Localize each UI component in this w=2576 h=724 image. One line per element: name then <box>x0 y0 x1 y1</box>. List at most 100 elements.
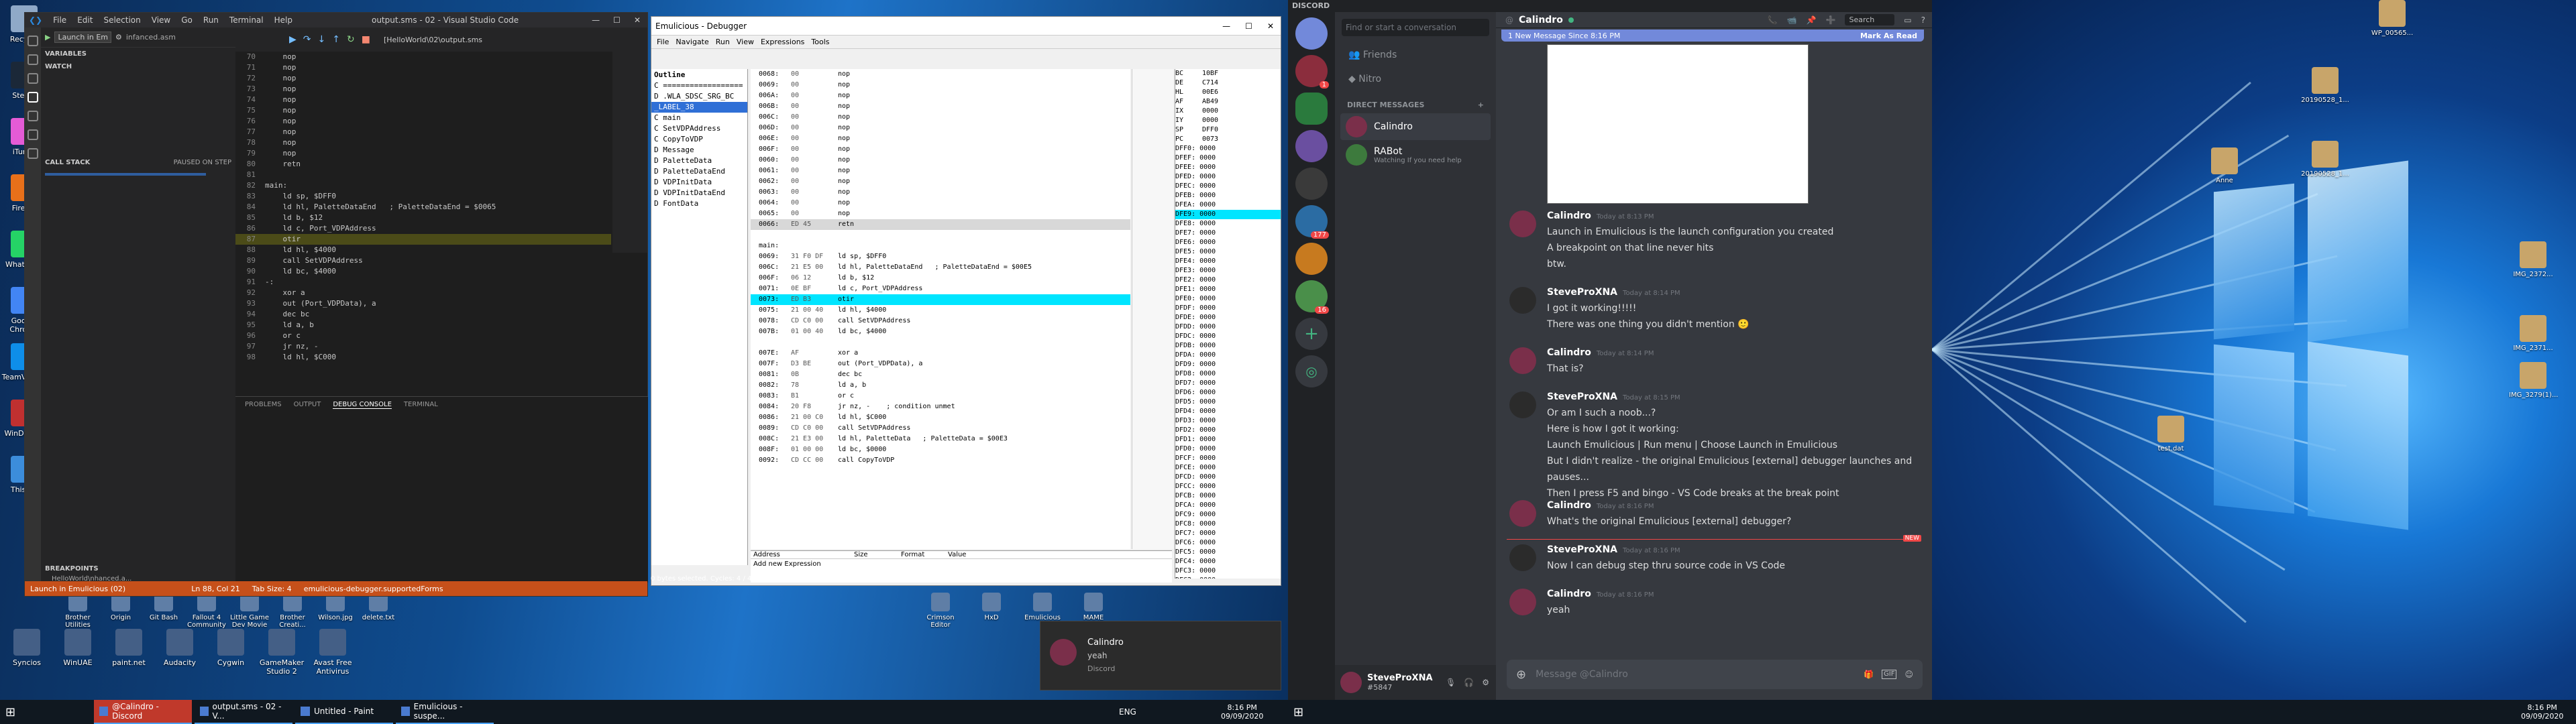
stack-row[interactable]: DFD2: 0000 <box>1175 426 1281 435</box>
message-group[interactable]: Calindro Today at 8:13 PM Launch in Emulic… <box>1509 210 1919 276</box>
disasm-row[interactable]: 0092: CD CC 00 call CopyToVDP <box>751 455 1130 466</box>
code-editor[interactable]: 70 nop 71 nop 72 nop 73 nop 74 nop 75 nop 76 n… <box>235 52 611 387</box>
disasm-row[interactable]: 0081: 0B dec bc <box>751 369 1130 380</box>
avatar[interactable] <box>1509 210 1536 237</box>
settings-gear-icon[interactable]: ⚙ <box>115 33 122 42</box>
message-author[interactable]: Calindro Today at 8:16 PM <box>1547 500 1654 511</box>
code-line[interactable]: 95 ld a, b <box>235 320 611 330</box>
server-icon[interactable]: 1 <box>1295 55 1329 88</box>
new-messages-banner[interactable]: 1 New Message Since 8:16 PM Mark As Read <box>1501 29 1924 42</box>
stack-row[interactable]: DFC9: 0000 <box>1175 510 1281 520</box>
taskbar-app[interactable]: Emulicious - suspe... <box>396 700 494 724</box>
register-row[interactable]: IY 0000 <box>1175 116 1281 125</box>
home-button[interactable] <box>1295 17 1328 50</box>
code-line[interactable]: 90 ld bc, $4000 <box>235 266 611 277</box>
disasm-row[interactable]: 0065: 00 nop <box>751 208 1130 219</box>
desktop-icon[interactable]: Git Bash <box>142 593 185 621</box>
continue-icon[interactable]: ▶ <box>289 34 297 45</box>
desktop-icon[interactable]: IMG_2371... <box>2509 315 2557 352</box>
stack-row[interactable]: DFE2: 0000 <box>1175 276 1281 285</box>
desktop-icon[interactable]: Wilson.jpg <box>314 593 357 621</box>
dm-item[interactable]: Calindro <box>1340 113 1491 140</box>
stack-row[interactable]: DFE7: 0000 <box>1175 229 1281 238</box>
headphones-icon[interactable]: 🎧 <box>1464 678 1474 687</box>
desktop-icon[interactable]: IMG_3279(1)... <box>2509 362 2558 399</box>
call-icon[interactable]: 📞 <box>1768 15 1778 25</box>
desktop-icon[interactable]: Crimson Editor <box>919 593 962 629</box>
panel-tab[interactable]: OUTPUT <box>294 401 321 409</box>
register-row[interactable]: SP DFF0 <box>1175 125 1281 135</box>
mic-icon[interactable]: 🎙 <box>1446 678 1456 687</box>
extensions-icon[interactable] <box>28 111 38 121</box>
avatar[interactable] <box>1340 672 1362 693</box>
add-dm-icon[interactable]: + <box>1478 101 1484 109</box>
panel-tab[interactable]: DEBUG CONSOLE <box>333 401 392 409</box>
disasm-row[interactable]: 007E: AF xor a <box>751 348 1130 359</box>
stack-row[interactable]: DFDF: 0000 <box>1175 304 1281 313</box>
inbox-icon[interactable]: ▭ <box>1904 15 1911 25</box>
variables-section[interactable]: VARIABLES <box>41 48 235 60</box>
add-server-icon[interactable]: + <box>1295 318 1328 350</box>
step-over-icon[interactable]: ↷ <box>303 34 311 45</box>
minimap[interactable] <box>612 52 647 253</box>
register-row[interactable]: AF AB49 <box>1175 97 1281 107</box>
settings-gear-icon[interactable]: ⚙ <box>1482 678 1489 687</box>
code-line[interactable]: 91 -: <box>235 277 611 288</box>
stack-row[interactable]: DFCF: 0000 <box>1175 454 1281 463</box>
code-line[interactable]: 81 <box>235 170 611 180</box>
code-line[interactable]: 88 ld hl, $4000 <box>235 245 611 255</box>
message-group[interactable]: SteveProXNA Today at 8:16 PM Now I can deb… <box>1509 544 1919 578</box>
code-line[interactable]: 74 nop <box>235 95 611 105</box>
stack-row[interactable]: DFE0: 0000 <box>1175 294 1281 304</box>
disasm-row[interactable]: 0066: ED 45 retn <box>751 219 1130 230</box>
desktop-icon[interactable]: delete.txt <box>357 593 400 621</box>
status-tab-size[interactable]: Tab Size: 4 <box>252 585 292 593</box>
restart-icon[interactable]: ↻ <box>347 34 355 45</box>
code-line[interactable]: 79 nop <box>235 148 611 159</box>
panel-tab[interactable]: PROBLEMS <box>245 401 282 409</box>
stack-row[interactable]: DFD6: 0000 <box>1175 388 1281 398</box>
menu-item[interactable]: File <box>657 38 669 46</box>
disasm-row[interactable]: 0078: CD C0 00 call SetVDPAddress <box>751 316 1130 326</box>
stack-row[interactable]: DFDC: 0000 <box>1175 332 1281 341</box>
message-input[interactable]: Message @Calindro <box>1536 669 1628 680</box>
emoji-icon[interactable]: ☺ <box>1904 670 1913 679</box>
code-line[interactable]: 73 nop <box>235 84 611 95</box>
desktop-icon[interactable]: Syncios <box>3 629 51 667</box>
callstack-frame[interactable] <box>45 173 206 176</box>
code-line[interactable]: 76 nop <box>235 116 611 127</box>
disasm-row[interactable]: 0068: 00 nop <box>751 69 1130 80</box>
stack-row[interactable]: DFD9: 0000 <box>1175 360 1281 369</box>
menu-item[interactable]: Run <box>716 38 730 46</box>
outline-item[interactable]: D VDPInitDataEnd <box>651 188 747 198</box>
desktop-icon[interactable]: Avast Free Antivirus <box>309 629 357 676</box>
outline-item[interactable]: D FontData <box>651 198 747 209</box>
outline-item[interactable]: D VDPInitData <box>651 177 747 188</box>
breadcrumb[interactable]: [HelloWorld\02\output.sms <box>384 36 482 44</box>
message-group[interactable]: Calindro Today at 8:16 PM yeah <box>1509 589 1919 622</box>
nitro-link[interactable]: ◆ Nitro <box>1335 67 1496 91</box>
run-icon[interactable]: ▶ <box>45 33 50 42</box>
panel-tab[interactable]: TERMINAL <box>404 401 438 409</box>
disasm-row[interactable]: 006B: 00 nop <box>751 101 1130 112</box>
menu-item[interactable]: Edit <box>72 15 98 25</box>
stack-row[interactable]: DFC7: 0000 <box>1175 529 1281 538</box>
desktop-icon[interactable]: Anne <box>2200 147 2249 184</box>
avatar[interactable] <box>1509 544 1536 571</box>
notification-toast[interactable]: Calindro yeah Discord <box>1040 621 1281 690</box>
message-author[interactable]: Calindro Today at 8:16 PM <box>1547 589 1654 599</box>
stack-row[interactable]: DFDA: 0000 <box>1175 351 1281 360</box>
code-line[interactable]: 78 nop <box>235 137 611 148</box>
server-icon[interactable] <box>1295 168 1328 200</box>
desktop-icon[interactable]: Audacity <box>156 629 204 667</box>
disasm-row[interactable]: 0061: 00 nop <box>751 166 1130 176</box>
search-box[interactable]: Search <box>1845 14 1895 25</box>
start-button[interactable]: ⊞ <box>0 700 27 724</box>
outline-item[interactable]: D Message <box>651 145 747 156</box>
desktop-icon[interactable]: Origin <box>99 593 142 621</box>
disasm-row[interactable]: 0069: 00 nop <box>751 80 1130 90</box>
disasm-row[interactable]: 0069: 31 F0 DF ld sp, $DFF0 <box>751 251 1130 262</box>
gift-icon[interactable]: 🎁 <box>1864 670 1874 679</box>
code-line[interactable]: 83 ld sp, $DFF0 <box>235 191 611 202</box>
message-group[interactable]: Calindro Today at 8:14 PM That is? <box>1509 347 1919 381</box>
